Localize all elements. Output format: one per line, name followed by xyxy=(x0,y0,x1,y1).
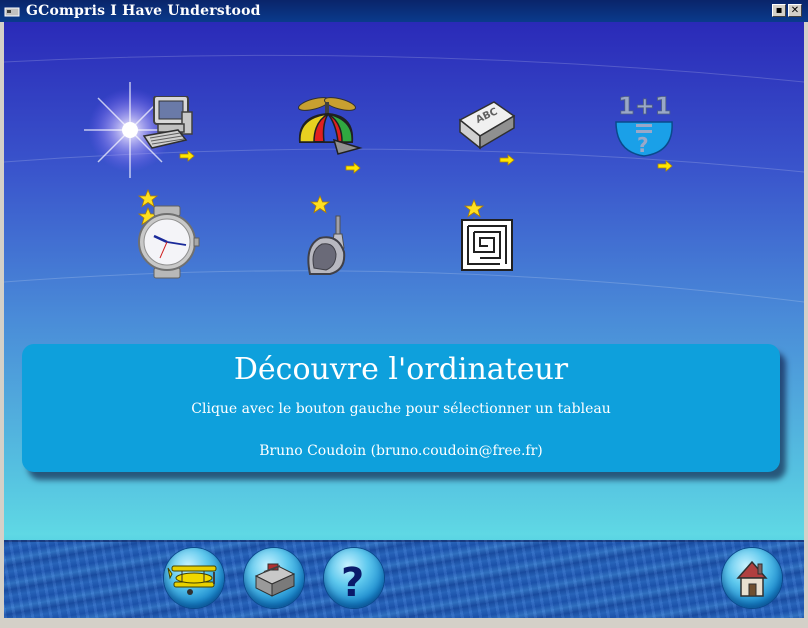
svg-text:?: ? xyxy=(637,133,649,157)
window-frame-bottom xyxy=(0,618,808,628)
activity-math[interactable]: 1+1 ? xyxy=(612,90,680,180)
activity-reading[interactable]: ABC xyxy=(454,98,518,174)
app-window: GCompris I Have Understood ▪ ✕ ABC 1+1 ?… xyxy=(0,0,808,628)
activity-fun[interactable] xyxy=(294,96,364,180)
star-icon xyxy=(137,188,159,208)
airplane-icon xyxy=(167,565,217,595)
window-title: GCompris I Have Understood xyxy=(26,3,261,19)
svg-text:1+1: 1+1 xyxy=(618,92,672,120)
question-mark-icon: ? xyxy=(341,560,364,606)
gcompris-board: ABC 1+1 ? Découvre l'ordinateur Clique a… xyxy=(4,22,804,618)
app-icon xyxy=(4,7,20,17)
watch-icon xyxy=(137,188,200,279)
activity-description: Clique avec le bouton gauche pour sélect… xyxy=(191,401,611,417)
activity-info-panel: Découvre l'ordinateur Clique avec le bou… xyxy=(22,344,780,472)
star-icon xyxy=(463,198,485,218)
activity-mouse[interactable] xyxy=(300,194,360,282)
activity-clock[interactable] xyxy=(130,188,202,284)
help-button[interactable]: ? xyxy=(324,548,384,608)
about-button[interactable] xyxy=(164,548,224,608)
mouse-rocket-icon xyxy=(307,194,346,275)
submenu-arrow-icon xyxy=(179,150,195,162)
activity-author: Bruno Coudoin (bruno.coudoin@free.fr) xyxy=(259,443,543,459)
minimize-button[interactable]: ▪ xyxy=(772,4,786,17)
close-button[interactable]: ✕ xyxy=(788,4,802,17)
submenu-arrow-icon xyxy=(499,154,515,166)
control-bar-waves xyxy=(4,540,804,618)
submenu-arrow-icon xyxy=(657,160,673,172)
home-button[interactable] xyxy=(722,548,782,608)
activity-computer[interactable] xyxy=(142,95,202,172)
propeller-cap-icon xyxy=(297,97,363,174)
math-1plus1-icon: 1+1 ? xyxy=(615,92,673,172)
config-button[interactable] xyxy=(244,548,304,608)
activity-title: Découvre l'ordinateur xyxy=(233,352,569,387)
title-bar[interactable]: GCompris I Have Understood ▪ ✕ xyxy=(0,0,808,22)
computer-icon xyxy=(142,95,195,162)
toolbox-icon xyxy=(254,563,296,597)
activity-maze[interactable] xyxy=(458,198,514,278)
star-icon xyxy=(309,194,331,214)
abc-book-icon: ABC xyxy=(458,101,516,166)
window-frame-right xyxy=(804,22,808,618)
house-icon xyxy=(736,560,768,597)
svg-text:?: ? xyxy=(341,560,364,606)
submenu-arrow-icon xyxy=(345,162,361,174)
maze-icon xyxy=(461,198,513,271)
